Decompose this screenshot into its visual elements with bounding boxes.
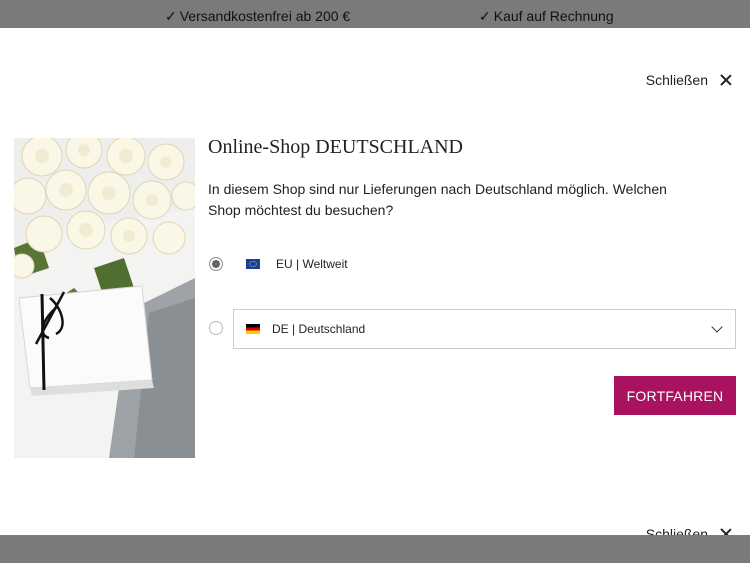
shop-selector-modal: Schließen Online-Shop DEUTSCHLAND In die…	[0, 28, 750, 542]
usp-invoice-text: Kauf auf Rechnung	[493, 8, 614, 24]
radio-germany[interactable]	[209, 321, 223, 335]
close-button-label: Schließen	[645, 72, 708, 88]
usp-free-shipping: ✓ Versandkostenfrei ab 200 €	[165, 8, 350, 25]
option-eu-worldwide-label: EU | Weltweit	[276, 257, 348, 271]
usp-invoice: ✓ Kauf auf Rechnung	[479, 8, 614, 25]
country-select[interactable]: DE | Deutschland	[233, 309, 736, 349]
chevron-down-icon	[711, 321, 723, 333]
option-eu-worldwide[interactable]: EU | Weltweit	[246, 257, 348, 271]
usp-free-shipping-text: Versandkostenfrei ab 200 €	[179, 8, 351, 24]
hero-image	[14, 138, 195, 458]
close-button[interactable]: Schließen	[646, 72, 732, 88]
usp-bar: ✓ Versandkostenfrei ab 200 € ✓ Kauf auf Re…	[0, 0, 750, 28]
close-icon[interactable]	[720, 74, 732, 86]
check-icon: ✓	[479, 8, 491, 24]
modal-description: In diesem Shop sind nur Lieferungen nach…	[208, 181, 667, 218]
check-icon: ✓	[165, 8, 177, 24]
eu-flag-icon	[246, 259, 260, 269]
continue-button[interactable]: FORTFAHREN	[614, 376, 736, 415]
germany-flag-icon	[246, 324, 260, 334]
modal-title: Online-Shop DEUTSCHLAND	[208, 136, 463, 158]
radio-eu-worldwide[interactable]	[209, 257, 223, 271]
page-overlay-bottom	[0, 535, 750, 563]
country-select-value: DE | Deutschland	[272, 322, 366, 336]
